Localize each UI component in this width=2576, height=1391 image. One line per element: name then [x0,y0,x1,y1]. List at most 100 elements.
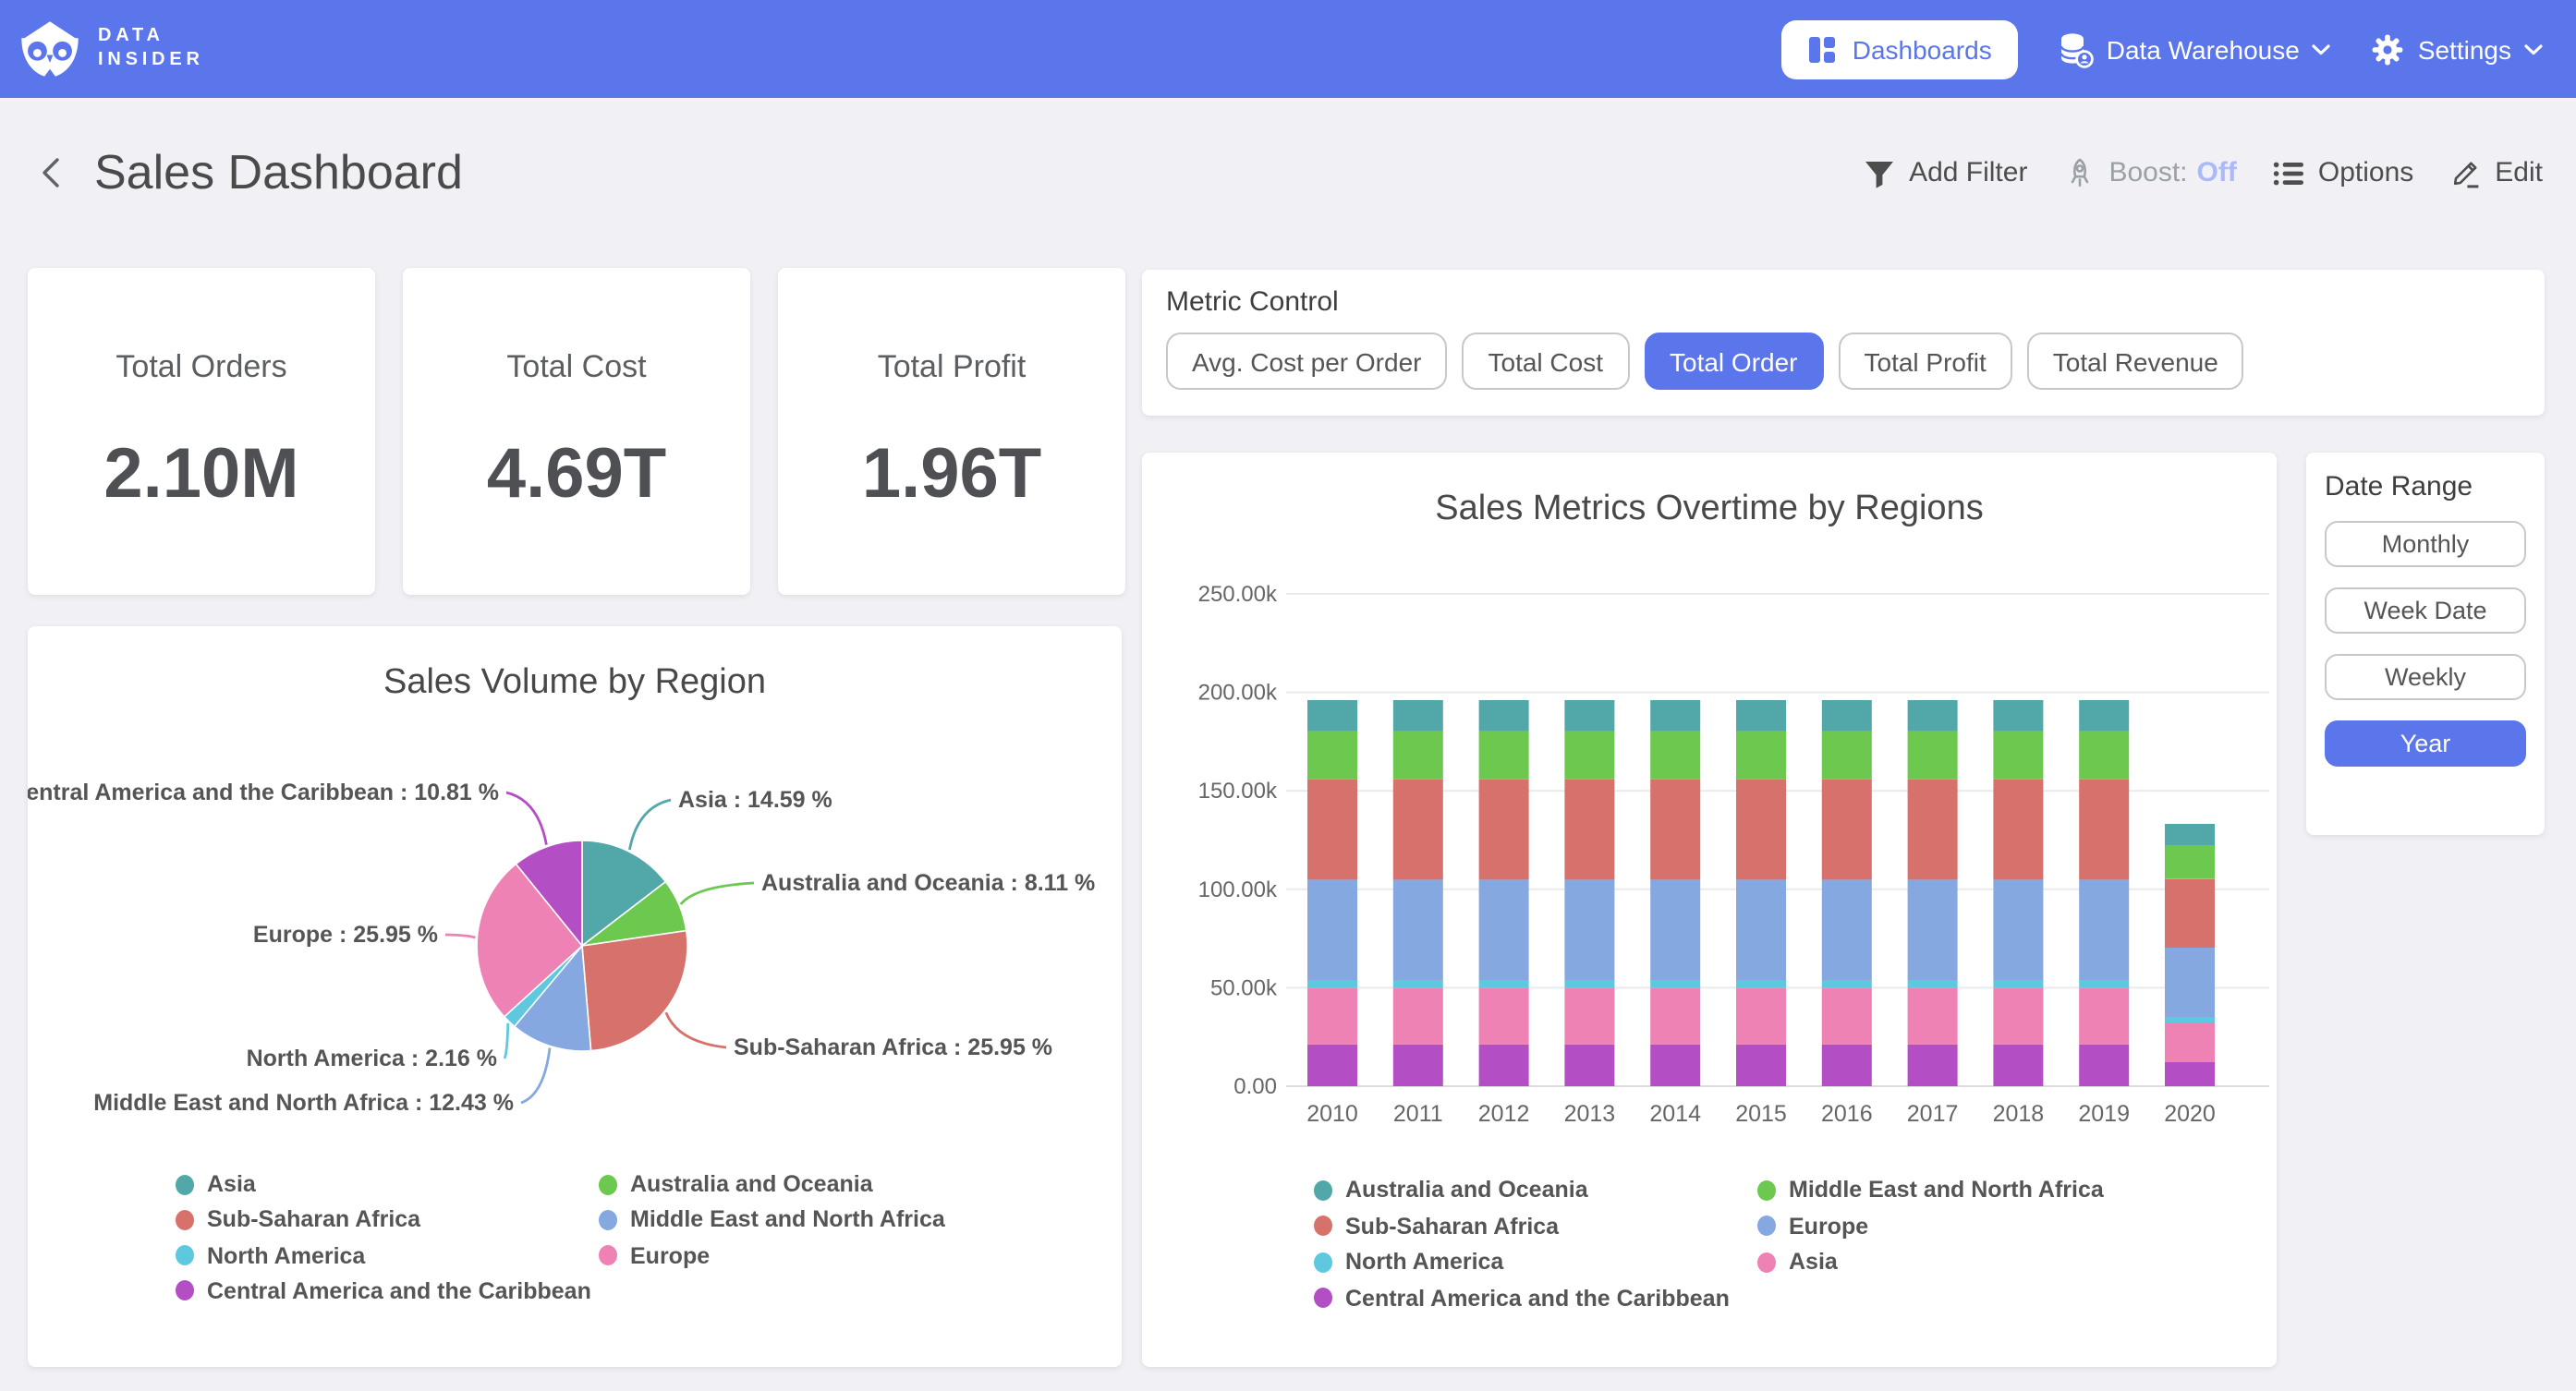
date-range-option-year[interactable]: Year [2325,720,2526,767]
bar-segment-2010-north-america[interactable] [1307,980,1357,988]
bar-segment-2018-sub-saharan-africa[interactable] [1993,780,2043,880]
bar-segment-2010-asia[interactable] [1307,988,1357,1045]
bar-segment-2020-north-america[interactable] [2165,1017,2215,1022]
date-range-option-weekly[interactable]: Weekly [2325,654,2526,700]
bar-segment-2014-middle-east-and-north-africa[interactable] [1650,732,1700,780]
date-range-option-week-date[interactable]: Week Date [2325,587,2526,634]
bar-segment-2015-australia-and-oceania[interactable] [1736,700,1786,732]
bar-legend-sub-saharan-africa[interactable]: Sub-Saharan Africa [1314,1213,1559,1239]
bar-segment-2018-middle-east-and-north-africa[interactable] [1993,732,2043,780]
bar-segment-2010-europe[interactable] [1307,879,1357,980]
pie-legend-australia-and-oceania[interactable]: Australia and Oceania [599,1171,873,1197]
bar-segment-2019-sub-saharan-africa[interactable] [2079,780,2129,880]
bar-segment-2020-australia-and-oceania[interactable] [2165,824,2215,845]
pie-legend-europe[interactable]: Europe [599,1242,710,1268]
metric-option-avg-cost-per-order[interactable]: Avg. Cost per Order [1166,333,1448,390]
bar-legend-australia-and-oceania[interactable]: Australia and Oceania [1314,1177,1588,1203]
bar-segment-2017-middle-east-and-north-africa[interactable] [1908,732,1958,780]
nav-dashboards-button[interactable]: Dashboards [1782,19,2018,79]
bar-segment-2013-sub-saharan-africa[interactable] [1564,780,1614,880]
bar-segment-2018-europe[interactable] [1993,879,2043,980]
bar-segment-2017-europe[interactable] [1908,879,1958,980]
options-button[interactable]: Options [2274,157,2413,188]
pie-legend-sub-saharan-africa[interactable]: Sub-Saharan Africa [176,1207,420,1233]
boost-toggle[interactable]: Boost: Off [2064,156,2236,189]
edit-button[interactable]: Edit [2450,157,2543,188]
bar-segment-2016-sub-saharan-africa[interactable] [1822,780,1872,880]
bar-segment-2013-asia[interactable] [1564,988,1614,1045]
bar-segment-2011-north-america[interactable] [1393,980,1443,988]
bar-legend-central-america-and-the-caribbean[interactable]: Central America and the Caribbean [1314,1285,1730,1311]
date-range-option-monthly[interactable]: Monthly [2325,521,2526,567]
bar-segment-2016-middle-east-and-north-africa[interactable] [1822,732,1872,780]
pie-legend-north-america[interactable]: North America [176,1242,365,1268]
bar-segment-2015-sub-saharan-africa[interactable] [1736,780,1786,880]
bar-segment-2013-central-america-and-the-caribbean[interactable] [1564,1045,1614,1086]
bar-segment-2020-central-america-and-the-caribbean[interactable] [2165,1062,2215,1086]
bar-segment-2017-sub-saharan-africa[interactable] [1908,780,1958,880]
bar-segment-2019-north-america[interactable] [2079,980,2129,988]
bar-segment-2010-sub-saharan-africa[interactable] [1307,780,1357,880]
pie-legend-asia[interactable]: Asia [176,1171,256,1197]
bar-segment-2011-australia-and-oceania[interactable] [1393,700,1443,732]
bar-segment-2012-asia[interactable] [1479,988,1529,1045]
bar-segment-2020-asia[interactable] [2165,1022,2215,1062]
bar-legend-asia[interactable]: Asia [1757,1249,1838,1275]
bar-segment-2012-north-america[interactable] [1479,980,1529,988]
bar-segment-2014-north-america[interactable] [1650,980,1700,988]
bar-segment-2011-middle-east-and-north-africa[interactable] [1393,732,1443,780]
bar-segment-2013-europe[interactable] [1564,879,1614,980]
bar-legend-north-america[interactable]: North America [1314,1249,1503,1275]
brand-logo[interactable]: DATA INSIDER [17,16,204,82]
bar-segment-2016-europe[interactable] [1822,879,1872,980]
bar-segment-2017-australia-and-oceania[interactable] [1908,700,1958,732]
nav-data-warehouse[interactable]: Data Warehouse [2059,30,2331,67]
bar-segment-2019-central-america-and-the-caribbean[interactable] [2079,1045,2129,1086]
bar-segment-2017-north-america[interactable] [1908,980,1958,988]
bar-segment-2011-sub-saharan-africa[interactable] [1393,780,1443,880]
metric-option-total-profit[interactable]: Total Profit [1839,333,2012,390]
bar-segment-2013-australia-and-oceania[interactable] [1564,700,1614,732]
pie-legend-middle-east-and-north-africa[interactable]: Middle East and North Africa [599,1207,945,1233]
bar-segment-2016-central-america-and-the-caribbean[interactable] [1822,1045,1872,1086]
bar-segment-2018-asia[interactable] [1993,988,2043,1045]
back-button[interactable] [33,150,68,196]
bar-segment-2016-australia-and-oceania[interactable] [1822,700,1872,732]
bar-segment-2012-central-america-and-the-caribbean[interactable] [1479,1045,1529,1086]
bar-legend-europe[interactable]: Europe [1757,1213,1868,1239]
bar-segment-2018-central-america-and-the-caribbean[interactable] [1993,1045,2043,1086]
nav-settings[interactable]: Settings [2372,32,2543,66]
bar-segment-2014-australia-and-oceania[interactable] [1650,700,1700,732]
bar-segment-2011-europe[interactable] [1393,879,1443,980]
bar-segment-2010-middle-east-and-north-africa[interactable] [1307,732,1357,780]
bar-segment-2019-middle-east-and-north-africa[interactable] [2079,732,2129,780]
bar-segment-2016-asia[interactable] [1822,988,1872,1045]
bar-segment-2017-central-america-and-the-caribbean[interactable] [1908,1045,1958,1086]
bar-segment-2012-sub-saharan-africa[interactable] [1479,780,1529,880]
bar-segment-2015-north-america[interactable] [1736,980,1786,988]
bar-segment-2020-middle-east-and-north-africa[interactable] [2165,845,2215,878]
pie-legend-central-america-and-the-caribbean[interactable]: Central America and the Caribbean [176,1278,591,1304]
bar-segment-2014-asia[interactable] [1650,988,1700,1045]
add-filter-button[interactable]: Add Filter [1863,156,2027,189]
bar-segment-2019-europe[interactable] [2079,879,2129,980]
bar-segment-2015-europe[interactable] [1736,879,1786,980]
bar-segment-2011-central-america-and-the-caribbean[interactable] [1393,1045,1443,1086]
bar-segment-2010-australia-and-oceania[interactable] [1307,700,1357,732]
bar-segment-2012-middle-east-and-north-africa[interactable] [1479,732,1529,780]
bar-segment-2015-central-america-and-the-caribbean[interactable] [1736,1045,1786,1086]
bar-segment-2014-central-america-and-the-caribbean[interactable] [1650,1045,1700,1086]
metric-option-total-cost[interactable]: Total Cost [1463,333,1630,390]
pie-slice-sub-saharan-africa[interactable] [582,931,687,1051]
bar-segment-2019-australia-and-oceania[interactable] [2079,700,2129,732]
bar-segment-2015-middle-east-and-north-africa[interactable] [1736,732,1786,780]
bar-segment-2013-middle-east-and-north-africa[interactable] [1564,732,1614,780]
bar-segment-2019-asia[interactable] [2079,988,2129,1045]
bar-segment-2015-asia[interactable] [1736,988,1786,1045]
bar-segment-2011-asia[interactable] [1393,988,1443,1045]
bar-segment-2020-sub-saharan-africa[interactable] [2165,879,2215,948]
bar-segment-2014-europe[interactable] [1650,879,1700,980]
bar-segment-2012-australia-and-oceania[interactable] [1479,700,1529,732]
bar-segment-2018-australia-and-oceania[interactable] [1993,700,2043,732]
bar-segment-2016-north-america[interactable] [1822,980,1872,988]
